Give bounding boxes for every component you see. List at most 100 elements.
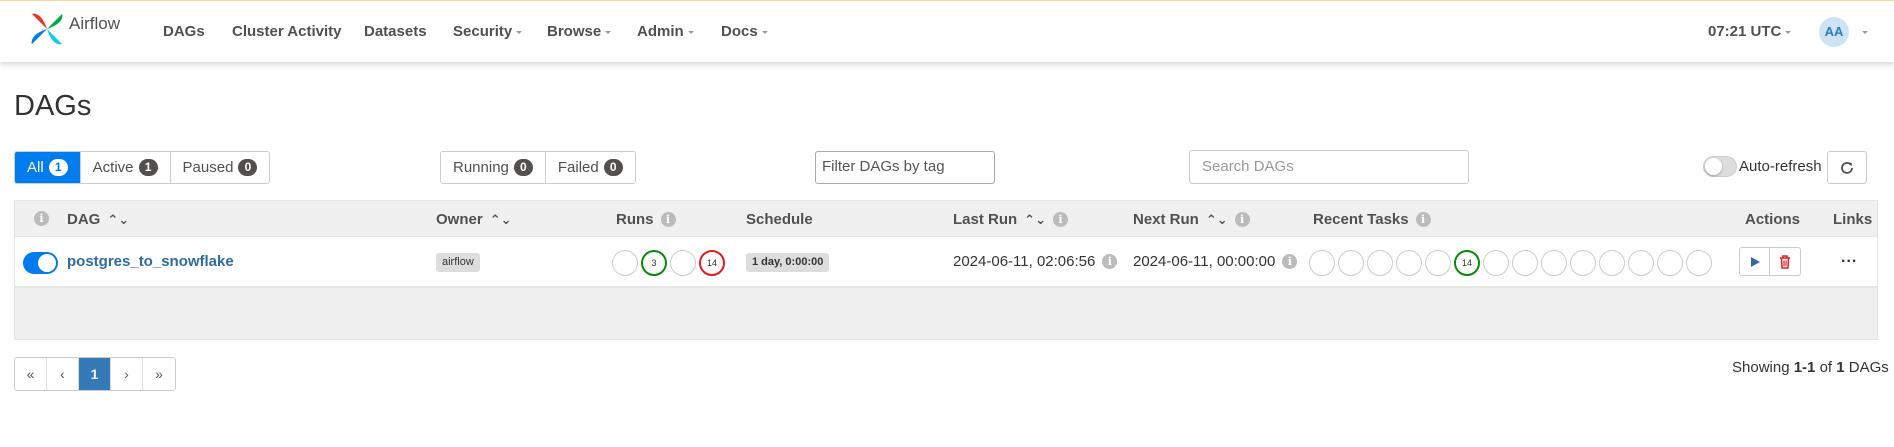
recent-task-state[interactable] [1570,250,1596,276]
recent-task-state[interactable] [1657,250,1683,276]
filter-paused-label: Paused [182,159,234,176]
timezone-clock[interactable]: 07:21 UTC [1708,23,1792,40]
sort-icon: ⌃⌄ [1024,211,1046,227]
filter-all[interactable]: All 1 [15,152,81,183]
header-info: i [27,211,49,226]
page-current[interactable]: 1 [79,358,111,390]
header-owner[interactable]: Owner ⌃⌄ [436,211,511,228]
header-last-run[interactable]: Last Run ⌃⌄ i [953,211,1068,228]
links-more-button[interactable]: ... [1841,249,1857,267]
delete-dag-button[interactable] [1770,248,1800,275]
chevron-down-icon [687,30,694,34]
tag-filter-placeholder: Filter DAGs by tag [822,158,945,175]
showing-total: 1 [1836,359,1845,376]
info-icon[interactable]: i [1102,254,1118,269]
info-icon[interactable]: i [1052,212,1068,227]
header-runs: Runs i [616,211,676,228]
page-next[interactable]: › [111,358,143,390]
filter-failed[interactable]: Failed 0 [545,152,635,183]
tag-filter-input[interactable]: Filter DAGs by tag [815,151,995,184]
nav-datasets-label: Datasets [364,23,427,40]
header-dag[interactable]: DAG ⌃⌄ [67,211,129,228]
filter-active-count: 1 [138,159,158,176]
chevron-down-icon [761,30,768,34]
nav-browse[interactable]: Browse [547,23,612,40]
nav-cluster-activity[interactable]: Cluster Activity [232,23,341,40]
run-state-failed[interactable]: 14 [699,250,725,276]
filter-active[interactable]: Active 1 [80,152,171,183]
header-runs-label: Runs [616,211,654,228]
info-icon[interactable]: i [660,212,676,227]
trigger-dag-button[interactable] [1740,248,1770,275]
nav-docs[interactable]: Docs [721,23,768,40]
run-state-queued[interactable] [612,250,638,276]
recent-task-state[interactable] [1309,250,1335,276]
search-dags-input[interactable]: Search DAGs [1189,150,1469,184]
status-filter-group: All 1 Active 1 Paused 0 [14,151,271,184]
last-run-link[interactable]: 2024-06-11, 02:06:56 [953,253,1095,270]
dag-pause-toggle[interactable] [23,252,58,274]
user-avatar[interactable]: AA [1819,17,1849,47]
page-first[interactable]: « [15,358,47,390]
chevron-down-icon [516,30,523,34]
header-schedule-label: Schedule [746,211,813,228]
info-icon[interactable]: i [1415,212,1431,227]
filter-failed-label: Failed [557,159,599,176]
run-state-filter-group: Running 0 Failed 0 [440,151,636,184]
recent-task-state[interactable] [1425,250,1451,276]
filter-active-label: Active [92,159,134,176]
info-icon[interactable]: i [34,211,49,226]
filter-running-label: Running [453,159,509,176]
info-icon[interactable]: i [1234,212,1250,227]
trash-icon [1780,254,1790,269]
header-owner-label: Owner [436,211,483,228]
auto-refresh-label: Auto-refresh [1739,158,1822,175]
filter-running[interactable]: Running 0 [441,152,546,183]
nav-security-label: Security [453,23,513,40]
info-icon[interactable]: i [1282,254,1298,269]
nav-dags[interactable]: DAGs [163,23,205,40]
recent-task-state[interactable] [1483,250,1509,276]
recent-task-state[interactable] [1541,250,1567,276]
auto-refresh-toggle[interactable] [1703,156,1737,177]
actions-group [1739,247,1801,276]
owner-badge[interactable]: airflow [436,253,480,272]
recent-task-state[interactable] [1338,250,1364,276]
run-state-running[interactable] [670,250,696,276]
filter-failed-count: 0 [603,159,623,176]
page-last[interactable]: » [143,358,175,390]
nav-admin[interactable]: Admin [637,23,694,40]
play-icon [1750,256,1760,267]
recent-task-state[interactable] [1599,250,1625,276]
table-row: postgres_to_snowflake airflow 3 14 1 day… [14,237,1878,287]
header-dag-label: DAG [67,211,101,228]
recent-task-state[interactable] [1367,250,1393,276]
recent-task-state[interactable] [1396,250,1422,276]
recent-task-state[interactable] [1628,250,1654,276]
sort-icon: ⌃⌄ [1205,211,1228,227]
brand-logo[interactable]: Airflow [28,10,120,48]
refresh-button[interactable] [1827,151,1867,184]
nav-datasets[interactable]: Datasets [364,23,427,40]
run-state-success[interactable]: 3 [641,250,667,276]
filter-all-label: All [27,159,44,176]
next-run-value: 2024-06-11, 00:00:00 [1133,253,1276,270]
dag-id-link[interactable]: postgres_to_snowflake [67,253,234,270]
brand-name: Airflow [69,14,121,33]
nav-security[interactable]: Security [453,23,523,40]
showing-of: of [1819,359,1833,376]
page-prev[interactable]: ‹ [47,358,79,390]
header-next-run[interactable]: Next Run ⌃⌄ i [1133,211,1250,228]
showing-prefix: Showing [1732,359,1790,376]
pagination: « ‹ 1 › » [14,357,176,391]
nav-docs-label: Docs [721,23,758,40]
filter-paused[interactable]: Paused 0 [170,152,270,183]
filter-all-count: 1 [48,159,68,176]
filter-paused-count: 0 [238,159,258,176]
recent-task-state[interactable]: 14 [1454,250,1480,276]
recent-task-state[interactable] [1512,250,1538,276]
refresh-icon [1841,161,1853,174]
schedule-badge[interactable]: 1 day, 0:00:00 [746,253,830,272]
recent-task-state[interactable] [1686,250,1712,276]
page-title: DAGs [14,90,92,122]
